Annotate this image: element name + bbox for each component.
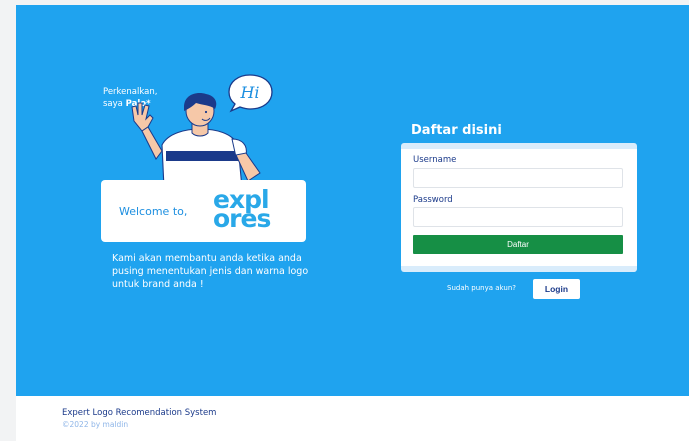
password-input[interactable] xyxy=(413,207,623,227)
footer-copyright: ©2022 by maldin xyxy=(62,420,129,429)
description-text: Kami akan membantu anda ketika anda pusi… xyxy=(112,253,309,290)
form-title: Daftar disini xyxy=(411,123,502,138)
welcome-text: Welcome to, xyxy=(119,205,188,218)
intro-line-2-prefix: saya xyxy=(103,99,126,109)
username-label: Username xyxy=(413,155,457,165)
password-label: Password xyxy=(413,195,453,205)
footer: Expert Logo Recomendation System ©2022 b… xyxy=(16,396,689,441)
welcome-card: Welcome to, expl ores xyxy=(101,180,306,242)
username-input[interactable] xyxy=(413,168,623,188)
mascot-illustration-icon xyxy=(131,93,261,188)
footer-title: Expert Logo Recomendation System xyxy=(62,408,217,418)
explores-logo: expl ores xyxy=(213,187,271,233)
register-form: Username Password Daftar xyxy=(401,143,637,272)
login-button[interactable]: Login xyxy=(533,279,580,299)
logo-line-2: ores xyxy=(213,204,271,233)
page: Perkenalkan, saya Palo* Hi Welcome to, e… xyxy=(0,0,689,441)
daftar-button[interactable]: Daftar xyxy=(413,235,623,254)
login-question: Sudah punya akun? xyxy=(447,284,516,292)
